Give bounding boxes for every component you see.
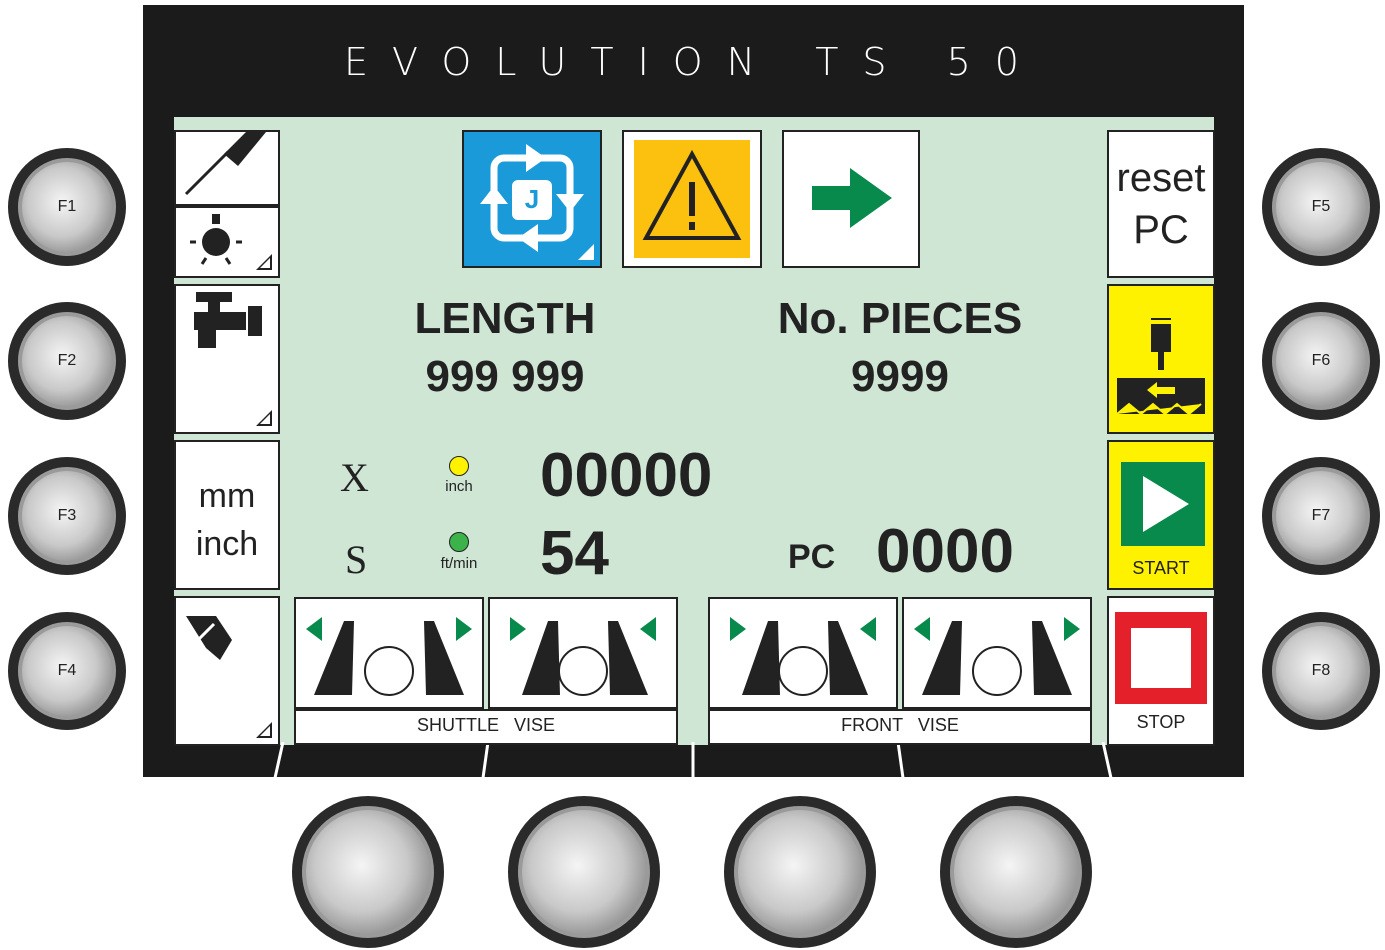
start-icon	[1121, 462, 1205, 546]
f2-label: F2	[57, 352, 77, 369]
length-label: LENGTH	[414, 294, 596, 343]
softkey-4[interactable]	[940, 796, 1092, 948]
f8-key[interactable]: F8	[1262, 612, 1380, 730]
f4-label: F4	[57, 662, 77, 679]
panel-title: EVOLUTION TS 50	[344, 40, 1043, 84]
shuttle-vise-close-button[interactable]	[488, 597, 678, 709]
blade-icon	[186, 616, 232, 660]
vise-open-icon	[914, 617, 1080, 696]
submenu-corner-icon	[578, 244, 594, 260]
unit-inch-label: inch	[195, 525, 259, 563]
unit-mm-label: mm	[198, 477, 256, 515]
submenu-corner-icon	[256, 254, 272, 270]
reset-pc-label: PC	[1133, 208, 1189, 252]
stop-icon	[1115, 612, 1207, 704]
arrow-right-icon	[812, 168, 892, 228]
stop-label: STOP	[1136, 712, 1186, 732]
start-label: START	[1132, 558, 1190, 578]
x-unit-indicator-icon	[449, 456, 469, 476]
softkey-2[interactable]	[508, 796, 660, 948]
x-value: 00000	[540, 441, 713, 510]
submenu-corner-icon	[256, 722, 272, 738]
f2-key[interactable]: F2	[8, 302, 126, 420]
vise-close-icon	[730, 617, 876, 696]
vise-close-icon	[510, 617, 656, 696]
pc-label: PC	[788, 538, 836, 576]
f5-key[interactable]: F5	[1262, 148, 1380, 266]
shuttle-vise-label: SHUTTLE VISE	[416, 715, 556, 735]
front-vise-label: FRONT VISE	[841, 715, 959, 735]
front-vise-open-button[interactable]	[902, 597, 1092, 709]
f6-label: F6	[1311, 352, 1331, 369]
forward-button[interactable]	[782, 130, 920, 268]
pc-value: 0000	[876, 517, 1014, 586]
cycle-letter: J	[524, 184, 540, 214]
coolant-tap-icon	[194, 292, 262, 348]
f1-key[interactable]: F1	[8, 148, 126, 266]
f7-label: F7	[1311, 507, 1331, 524]
speed-value: 54	[540, 519, 609, 588]
torch-icon	[184, 132, 266, 196]
f4-key[interactable]: F4	[8, 612, 126, 730]
vise-open-icon	[306, 617, 472, 696]
f5-label: F5	[1311, 198, 1331, 215]
front-vise-caption: FRONT VISE	[708, 709, 1092, 745]
speed-unit-label: ft/min	[440, 555, 478, 572]
pieces-value: 9999	[851, 352, 949, 401]
speed-unit-indicator-icon	[449, 532, 469, 552]
f6-key[interactable]: F6	[1262, 302, 1380, 420]
submenu-corner-icon	[256, 410, 272, 426]
x-unit-label: inch	[445, 478, 473, 495]
softkey-3[interactable]	[724, 796, 876, 948]
lamp-button[interactable]	[174, 206, 280, 278]
f1-label: F1	[57, 198, 77, 215]
warning-button[interactable]	[622, 130, 762, 268]
coolant-button[interactable]	[174, 284, 280, 434]
pieces-label: No. PIECES	[777, 294, 1023, 343]
shuttle-vise-caption: SHUTTLE VISE	[294, 709, 678, 745]
auto-cycle-button[interactable]: J	[462, 130, 602, 268]
reset-pc-button[interactable]: reset PC	[1107, 130, 1215, 278]
stop-button[interactable]: STOP	[1107, 596, 1215, 746]
torch-button[interactable]	[174, 130, 280, 206]
unit-toggle-button[interactable]: mm inch	[174, 440, 280, 590]
x-axis-label: X	[340, 455, 369, 500]
f7-key[interactable]: F7	[1262, 457, 1380, 575]
saw-feed-icon	[1116, 318, 1205, 416]
softkey-dividers	[273, 742, 1113, 778]
softkey-1[interactable]	[292, 796, 444, 948]
feed-button[interactable]	[1107, 284, 1215, 434]
warning-icon	[634, 140, 750, 258]
reset-label: reset	[1116, 156, 1206, 200]
start-button[interactable]: START	[1107, 440, 1215, 590]
f3-label: F3	[57, 507, 77, 524]
front-vise-close-button[interactable]	[708, 597, 898, 709]
blade-button[interactable]	[174, 596, 280, 746]
f8-label: F8	[1311, 662, 1331, 679]
speed-label: S	[345, 537, 368, 582]
length-value: 999 999	[425, 352, 585, 401]
shuttle-vise-open-button[interactable]	[294, 597, 484, 709]
f3-key[interactable]: F3	[8, 457, 126, 575]
